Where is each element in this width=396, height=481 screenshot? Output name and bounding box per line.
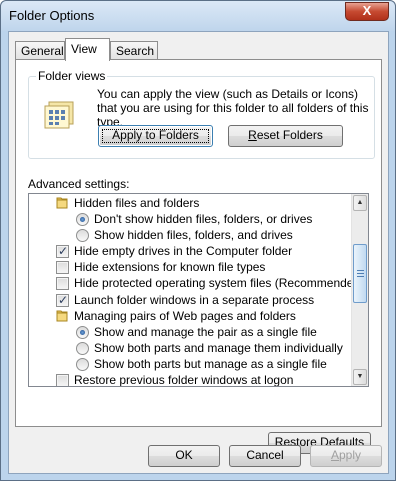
settings-row-checkbox[interactable]: Hide empty drives in the Computer folder — [29, 243, 351, 259]
folder-views-icon — [44, 101, 74, 129]
cancel-button[interactable]: Cancel — [229, 445, 301, 467]
arrow-up-icon: ▲ — [356, 199, 364, 206]
settings-row-label: Hide empty drives in the Computer folder — [74, 244, 293, 259]
reset-folders-access-key: R — [248, 128, 257, 142]
checkbox[interactable] — [56, 277, 69, 291]
ok-button[interactable]: OK — [148, 445, 220, 467]
checkbox[interactable] — [56, 243, 69, 259]
settings-row-radio[interactable]: Show and manage the pair as a single fil… — [29, 324, 351, 340]
tab-search-label: Search — [116, 44, 155, 58]
reset-folders-button[interactable]: Reset Folders — [228, 125, 343, 147]
cancel-label: Cancel — [246, 448, 284, 462]
apply-to-folders-label: Apply to Folders — [112, 128, 199, 142]
settings-row-label: Don't show hidden files, folders, or dri… — [94, 212, 313, 227]
checkbox[interactable] — [56, 374, 69, 386]
reset-folders-label: eset Folders — [256, 128, 323, 142]
radio-button[interactable] — [76, 229, 89, 243]
folder-icon — [56, 197, 68, 209]
checkbox[interactable] — [56, 292, 69, 308]
settings-row-checkbox[interactable]: Hide protected operating system files (R… — [29, 275, 364, 291]
vertical-scrollbar[interactable]: ▲ ▼ — [351, 194, 368, 386]
settings-row-label: Launch folder windows in a separate proc… — [74, 292, 315, 307]
scroll-up-button[interactable]: ▲ — [353, 195, 367, 211]
settings-row-folder[interactable]: Hidden files and folders — [29, 195, 351, 211]
grip-line — [357, 272, 364, 274]
settings-row-label: Restore previous folder windows at logon — [74, 373, 294, 387]
settings-row-label: Show both parts and manage them individu… — [94, 340, 343, 355]
radio-button[interactable] — [76, 357, 89, 371]
settings-row-checkbox[interactable]: Restore previous folder windows at logon — [29, 372, 351, 387]
scroll-down-button[interactable]: ▼ — [353, 369, 367, 385]
settings-row-checkbox[interactable]: Launch folder windows in a separate proc… — [29, 292, 351, 308]
title-bar[interactable]: Folder Options X — [1, 1, 395, 31]
settings-row-label: Show and manage the pair as a single fil… — [94, 324, 317, 339]
settings-row-folder[interactable]: Managing pairs of Web pages and folders — [29, 308, 351, 324]
settings-row-label: Hidden files and folders — [74, 196, 200, 210]
settings-row-radio[interactable]: Show both parts but manage as a single f… — [29, 356, 351, 372]
scrollbar-thumb[interactable] — [353, 243, 367, 303]
apply-access-key: A — [330, 448, 339, 462]
radio-button[interactable] — [76, 341, 89, 355]
apply-to-folders-button[interactable]: Apply to Folders — [98, 125, 213, 147]
settings-row-checkbox[interactable]: Hide extensions for known file types — [29, 259, 351, 275]
view-tab-panel: Folder views You can apply the view (suc… — [15, 59, 382, 454]
window-title: Folder Options — [9, 8, 95, 23]
folder-views-group: Folder views You can apply the view (suc… — [28, 69, 375, 159]
settings-row-label: Hide extensions for known file types — [74, 260, 266, 275]
settings-row-radio[interactable]: Show both parts and manage them individu… — [29, 340, 351, 356]
tab-general-label: General — [21, 44, 64, 58]
settings-row-label: Show both parts but manage as a single f… — [94, 356, 327, 371]
tab-search[interactable]: Search — [110, 41, 158, 60]
folder-views-description: You can apply the view (such as Details … — [97, 87, 369, 129]
grip-line — [357, 269, 364, 271]
settings-row-radio[interactable]: Don't show hidden files, folders, or dri… — [29, 211, 351, 227]
settings-row-label: Show hidden files, folders, and drives — [94, 228, 293, 243]
folder-icon — [56, 310, 68, 322]
checkbox[interactable] — [56, 261, 69, 275]
close-button[interactable]: X — [345, 2, 389, 21]
advanced-settings-label: Advanced settings: — [28, 177, 130, 191]
folder-views-label: Folder views — [36, 69, 108, 83]
settings-row-label: Hide protected operating system files (R… — [74, 276, 365, 291]
tab-view[interactable]: View — [65, 38, 110, 61]
advanced-settings-list: Hidden files and folders Don't show hidde… — [29, 195, 364, 387]
radio-button[interactable] — [76, 325, 89, 339]
advanced-settings-tree[interactable]: Hidden files and folders Don't show hidde… — [28, 193, 369, 387]
settings-row-label: Managing pairs of Web pages and folders — [74, 308, 296, 323]
ok-label: OK — [175, 448, 193, 462]
tab-general[interactable]: General — [15, 41, 65, 60]
folder-options-window: Folder Options X General View Search Fol… — [0, 0, 396, 481]
arrow-down-icon: ▼ — [356, 373, 364, 380]
apply-label: pply — [339, 448, 362, 462]
radio-button[interactable] — [76, 213, 89, 227]
dialog-client-area: General View Search Folder views You can… — [8, 31, 389, 474]
tab-view-label: View — [71, 42, 97, 56]
settings-row-radio[interactable]: Show hidden files, folders, and drives — [29, 227, 351, 243]
close-icon: X — [362, 3, 372, 18]
apply-button[interactable]: Apply — [310, 445, 382, 467]
grip-line — [357, 275, 364, 277]
